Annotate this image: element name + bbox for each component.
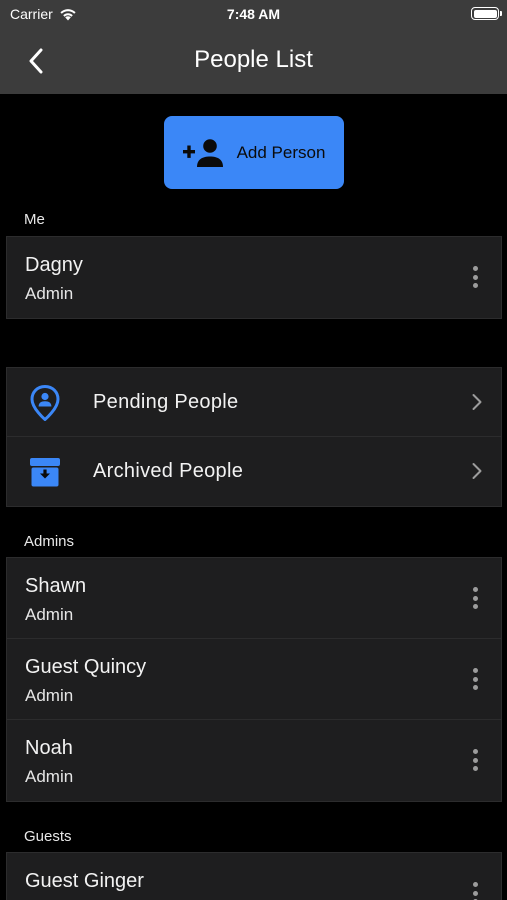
status-time: 7:48 AM [226, 6, 281, 22]
page-title: People List [194, 46, 313, 73]
guests-card: Guest Ginger [6, 852, 502, 900]
chevron-right-icon [472, 463, 482, 479]
archived-people-row[interactable]: Archived People [7, 437, 501, 506]
admins-card: Shawn Admin Guest Quincy Admin Noah Admi… [6, 557, 502, 802]
status-bar: Carrier 7:48 AM [0, 0, 507, 28]
person-name: Guest Ginger [25, 870, 144, 892]
person-role: Admin [25, 686, 74, 705]
person-row[interactable]: Shawn Admin [7, 558, 501, 639]
battery-icon [471, 7, 502, 20]
more-options-icon[interactable] [463, 879, 487, 900]
section-label-guests: Guests [24, 828, 72, 845]
me-card: Dagny Admin [6, 236, 502, 319]
person-row[interactable]: Guest Ginger [7, 853, 501, 900]
person-role: Admin [25, 284, 74, 303]
links-card: Pending People Archived People [6, 367, 502, 507]
navigation-bar: People List [0, 28, 507, 94]
location-person-icon [27, 385, 63, 421]
person-role: Admin [25, 767, 74, 786]
person-name: Noah [25, 737, 73, 759]
person-row[interactable]: Guest Quincy Admin [7, 639, 501, 720]
more-options-icon[interactable] [463, 584, 487, 612]
add-person-icon [182, 138, 223, 167]
person-role: Admin [25, 605, 74, 624]
more-options-icon[interactable] [463, 746, 487, 774]
section-label-admins: Admins [24, 533, 75, 550]
person-name: Shawn [25, 575, 87, 597]
pending-people-row[interactable]: Pending People [7, 368, 501, 437]
chevron-right-icon [472, 394, 482, 410]
person-row[interactable]: Noah Admin [7, 720, 501, 801]
more-options-icon[interactable] [463, 665, 487, 693]
person-name: Dagny [25, 254, 83, 276]
archive-box-icon [27, 454, 63, 490]
add-person-button[interactable]: Add Person [164, 116, 344, 189]
section-label-me: Me [24, 211, 45, 228]
pending-people-label: Pending People [93, 391, 239, 413]
archived-people-label: Archived People [93, 460, 244, 482]
add-person-label: Add Person [236, 142, 326, 162]
person-row-me[interactable]: Dagny Admin [7, 237, 501, 318]
more-options-icon[interactable] [463, 263, 487, 291]
person-name: Guest Quincy [25, 656, 147, 678]
